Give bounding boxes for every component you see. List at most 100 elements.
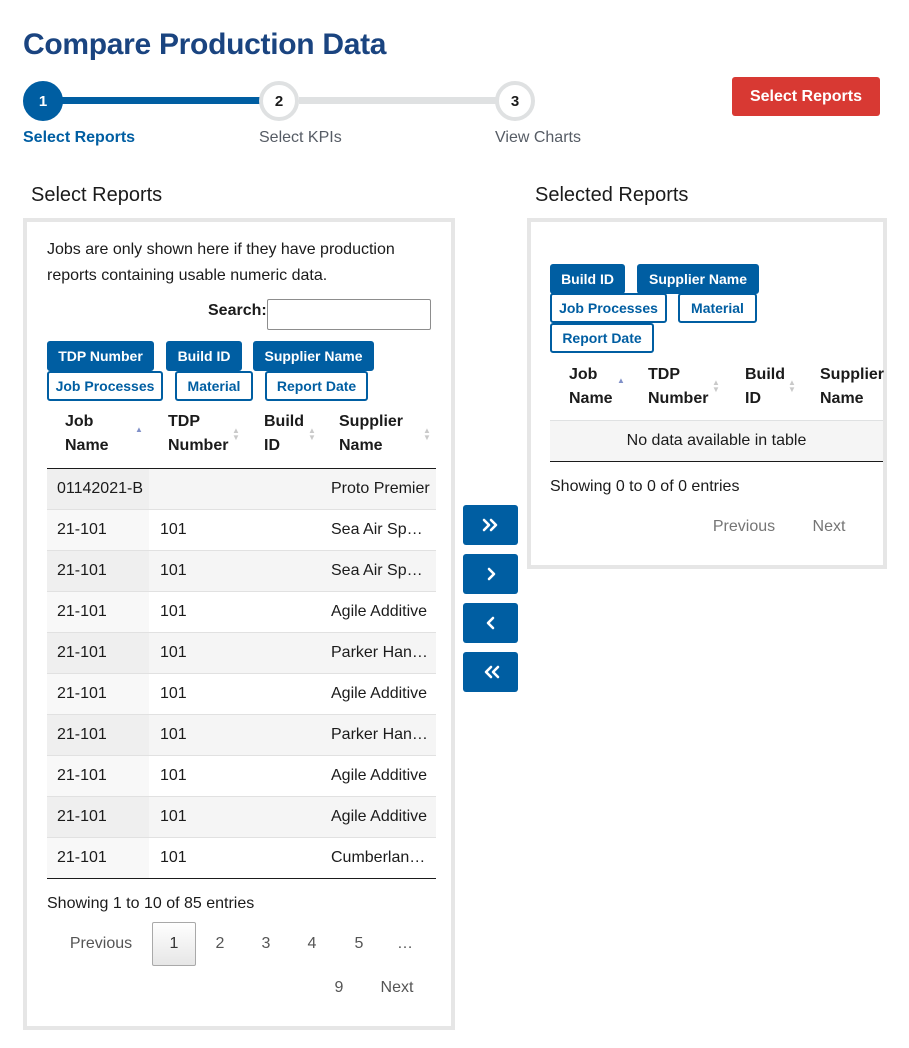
pagination-page-3[interactable]: 3	[251, 922, 281, 966]
supplier-text: Sea Air Space	[331, 521, 431, 538]
column-header-job-name[interactable]: Job Name	[65, 410, 109, 458]
cell-supplier-name: Cumberland Additive	[331, 838, 431, 878]
cell-supplier-name: Agile Additive	[331, 756, 431, 796]
selected-table-info: Showing 0 to 0 of 0 entries	[550, 478, 740, 495]
supplier-text: Agile Additive	[331, 685, 428, 702]
table-row[interactable]: 21-101 101 Agile Additive	[47, 592, 436, 633]
selected-header-build-id[interactable]: Build ID	[745, 363, 785, 411]
selected-footer-divider	[550, 461, 883, 462]
table-row[interactable]: 21-101 101 Agile Additive	[47, 756, 436, 797]
cell-supplier-name: Agile Additive	[331, 797, 431, 837]
supplier-text: Agile Additive	[331, 808, 428, 825]
move-right-button[interactable]	[463, 554, 518, 594]
select-reports-button[interactable]: Select Reports	[732, 77, 880, 116]
cell-tdp-number: 101	[160, 808, 187, 825]
sort-both-icon: ▲ ▼	[232, 426, 240, 442]
move-all-left-button[interactable]	[463, 652, 518, 692]
table-row[interactable]: 01142021-B Proto Premier	[47, 469, 436, 510]
selected-header-supplier-name[interactable]: Supplier Name	[820, 363, 884, 411]
cell-job-name: 21-101	[47, 838, 149, 878]
step-1-indicator[interactable]: 1	[23, 81, 63, 121]
cell-supplier-name: Parker Hannifin	[331, 633, 431, 673]
column-toggle-supplier-name[interactable]: Supplier Name	[253, 341, 374, 371]
cell-job-name: 21-101	[47, 592, 149, 632]
selected-header-job-name[interactable]: Job Name	[569, 363, 613, 411]
selected-pagination-previous[interactable]: Previous	[706, 505, 782, 549]
pagination-previous[interactable]: Previous	[63, 922, 139, 966]
cell-tdp-number: 101	[160, 767, 187, 784]
move-left-button[interactable]	[463, 603, 518, 643]
table-row[interactable]: 21-101 101 Agile Additive	[47, 797, 436, 838]
table-row[interactable]: 21-101 101 Sea Air Space	[47, 551, 436, 592]
availability-note: Jobs are only shown here if they have pr…	[47, 241, 395, 284]
table-row[interactable]: 21-101 101 Agile Additive	[47, 674, 436, 715]
pagination-page-4[interactable]: 4	[297, 922, 327, 966]
pagination-next[interactable]: Next	[372, 966, 422, 1010]
select-reports-heading: Select Reports	[31, 184, 163, 206]
sort-asc-icon: ▲	[617, 376, 625, 385]
table-footer-divider	[47, 878, 436, 879]
selected-column-toggle-report-date[interactable]: Report Date	[550, 323, 654, 353]
selected-column-toggle-job-processes[interactable]: Job Processes	[550, 293, 667, 323]
pagination-page-2[interactable]: 2	[205, 922, 235, 966]
cell-job-name: 21-101	[47, 715, 149, 755]
header-line: Number	[168, 437, 229, 454]
cell-tdp-number: 101	[160, 685, 187, 702]
column-toggle-tdp-number[interactable]: TDP Number	[47, 341, 154, 371]
double-chevron-right-icon	[482, 518, 497, 532]
pagination-page-5[interactable]: 5	[344, 922, 374, 966]
cell-job-name: 01142021-B	[47, 469, 149, 509]
supplier-text: Parker Hannifin	[331, 726, 431, 743]
header-line: Job	[569, 366, 598, 383]
supplier-text: Sea Air Space	[331, 562, 431, 579]
header-line: ID	[264, 437, 280, 454]
chevron-right-icon	[487, 567, 495, 581]
header-line: ID	[745, 390, 761, 407]
column-header-tdp-number[interactable]: TDP Number	[168, 410, 228, 458]
column-toggle-report-date[interactable]: Report Date	[265, 371, 368, 401]
search-input[interactable]	[267, 299, 431, 330]
header-line: Job	[65, 413, 94, 430]
header-line: Name	[820, 390, 864, 407]
step-2-label: Select KPIs	[259, 129, 342, 146]
selected-column-toggle-material[interactable]: Material	[678, 293, 757, 323]
step-connector-2	[299, 97, 497, 104]
chevron-left-icon	[486, 616, 494, 630]
move-all-right-button[interactable]	[463, 505, 518, 545]
page-title: Compare Production Data	[23, 28, 387, 61]
column-toggle-material[interactable]: Material	[175, 371, 253, 401]
table-row[interactable]: 21-101 101 Sea Air Space	[47, 510, 436, 551]
table-row[interactable]: 21-101 101 Cumberland Additive	[47, 838, 436, 879]
supplier-text: Agile Additive	[331, 767, 428, 784]
sort-both-icon: ▲ ▼	[788, 378, 796, 394]
header-line: Supplier	[339, 413, 404, 430]
column-header-supplier-name[interactable]: Supplier Name	[339, 410, 403, 458]
pagination-page-9[interactable]: 9	[324, 966, 354, 1010]
column-toggle-job-processes[interactable]: Job Processes	[47, 371, 163, 401]
header-line: Name	[569, 390, 613, 407]
selected-header-tdp-number[interactable]: TDP Number	[648, 363, 708, 411]
cell-tdp-number: 101	[160, 644, 187, 661]
double-chevron-left-icon	[484, 665, 499, 679]
cell-supplier-name: Proto Premier	[331, 469, 431, 509]
cell-supplier-name: Agile Additive	[331, 592, 431, 632]
selected-column-toggle-build-id[interactable]: Build ID	[550, 264, 625, 294]
pagination-page-1[interactable]: 1	[152, 922, 196, 966]
table-row[interactable]: 21-101 101 Parker Hannifin	[47, 633, 436, 674]
cell-tdp-number: 101	[160, 726, 187, 743]
step-2-indicator[interactable]: 2	[259, 81, 299, 121]
selected-reports-heading: Selected Reports	[535, 184, 689, 206]
cell-tdp-number: 101	[160, 849, 187, 866]
table-row[interactable]: 21-101 101 Parker Hannifin	[47, 715, 436, 756]
cell-job-name: 21-101	[47, 756, 149, 796]
search-label: Search:	[208, 302, 267, 319]
step-3-indicator[interactable]: 3	[495, 81, 535, 121]
cell-supplier-name: Sea Air Space	[331, 510, 431, 550]
selected-pagination-next[interactable]: Next	[806, 505, 852, 549]
table-info: Showing 1 to 10 of 85 entries	[47, 895, 255, 912]
column-header-build-id[interactable]: Build ID	[264, 410, 304, 458]
column-toggle-build-id[interactable]: Build ID	[166, 341, 242, 371]
header-line: TDP	[168, 413, 200, 430]
sort-both-icon: ▲ ▼	[308, 426, 316, 442]
selected-column-toggle-supplier-name[interactable]: Supplier Name	[637, 264, 759, 294]
